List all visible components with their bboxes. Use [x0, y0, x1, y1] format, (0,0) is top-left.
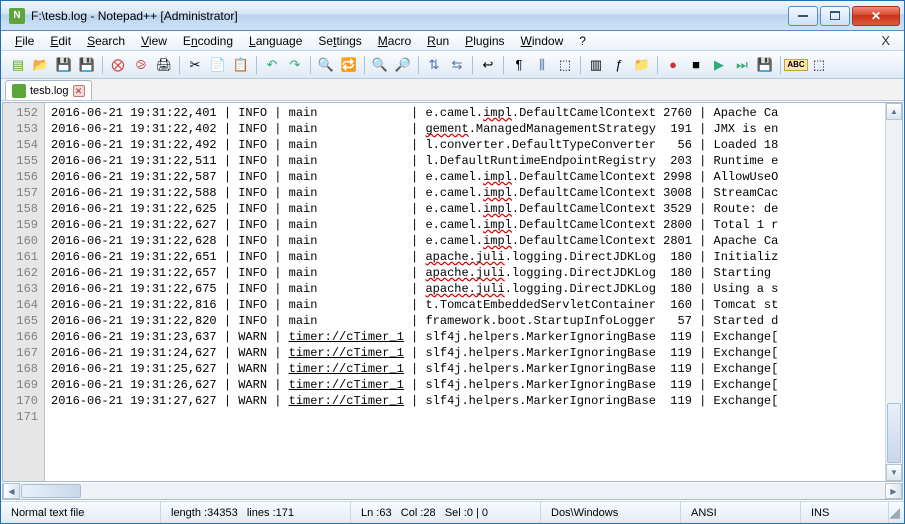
replace-icon[interactable]: 🔁: [338, 54, 360, 76]
save-macro-icon[interactable]: 💾: [754, 54, 776, 76]
copy-icon[interactable]: 📄: [207, 54, 229, 76]
scroll-left-icon[interactable]: ◀: [3, 483, 20, 499]
status-eol[interactable]: Dos\Windows: [541, 502, 681, 523]
menu-file[interactable]: File: [7, 32, 42, 50]
line-gutter: 1521531541551561571581591601611621631641…: [3, 103, 45, 481]
paste-icon[interactable]: 📋: [230, 54, 252, 76]
menu-language[interactable]: Language: [241, 32, 310, 50]
app-icon: N: [9, 8, 25, 24]
zoom-in-icon[interactable]: 🔍: [369, 54, 391, 76]
wordwrap-icon[interactable]: ↩: [477, 54, 499, 76]
user-lang-icon[interactable]: ⬚: [554, 54, 576, 76]
menu-help[interactable]: ?: [571, 32, 594, 50]
scroll-up-icon[interactable]: ▲: [886, 103, 902, 120]
indent-guide-icon[interactable]: ⫼: [531, 54, 553, 76]
statusbar: Normal text file length : 34353 lines : …: [1, 501, 904, 523]
menu-view[interactable]: View: [133, 32, 175, 50]
hscroll-thumb[interactable]: [21, 484, 81, 498]
menu-run[interactable]: Run: [419, 32, 457, 50]
tab-label: tesb.log: [30, 85, 69, 97]
resize-grip-icon[interactable]: ◢: [889, 502, 904, 523]
code-area[interactable]: 2016-06-21 19:31:22,401 | INFO | main | …: [45, 103, 885, 481]
spellcheck-icon[interactable]: ABC: [785, 54, 807, 76]
menu-edit[interactable]: Edit: [42, 32, 79, 50]
status-encoding[interactable]: ANSI: [681, 502, 801, 523]
play-macro-icon[interactable]: ▶: [708, 54, 730, 76]
maximize-button[interactable]: [820, 6, 850, 26]
window-title: F:\tesb.log - Notepad++ [Administrator]: [31, 9, 788, 23]
menu-macro[interactable]: Macro: [370, 32, 419, 50]
status-filetype: Normal text file: [1, 502, 161, 523]
titlebar: N F:\tesb.log - Notepad++ [Administrator…: [1, 1, 904, 31]
minimize-button[interactable]: [788, 6, 818, 26]
menu-search[interactable]: Search: [79, 32, 133, 50]
open-file-icon[interactable]: 📂: [30, 54, 52, 76]
close-button[interactable]: ✕: [852, 6, 900, 26]
sync-v-icon[interactable]: ⇅: [423, 54, 445, 76]
file-icon: [12, 84, 26, 98]
record-macro-icon[interactable]: ●: [662, 54, 684, 76]
tab-close-icon[interactable]: ✕: [73, 85, 85, 97]
vertical-scrollbar[interactable]: ▲ ▼: [885, 103, 902, 481]
show-all-chars-icon[interactable]: ¶: [508, 54, 530, 76]
func-list-icon[interactable]: ƒ: [608, 54, 630, 76]
stop-macro-icon[interactable]: ■: [685, 54, 707, 76]
redo-icon[interactable]: ↷: [284, 54, 306, 76]
menu-plugins[interactable]: Plugins: [457, 32, 512, 50]
zoom-out-icon[interactable]: 🔎: [392, 54, 414, 76]
new-file-icon[interactable]: ▤: [7, 54, 29, 76]
doc-map-icon[interactable]: ▥: [585, 54, 607, 76]
find-icon[interactable]: 🔍: [315, 54, 337, 76]
play-multi-icon[interactable]: ⏭: [731, 54, 753, 76]
close-all-icon[interactable]: ⧁: [130, 54, 152, 76]
spellcheck-next-icon[interactable]: ⬚: [808, 54, 830, 76]
tabbar: tesb.log ✕: [1, 79, 904, 101]
status-insert[interactable]: INS: [801, 502, 889, 523]
folder-tree-icon[interactable]: 📁: [631, 54, 653, 76]
status-position: Ln : 63 Col : 28 Sel : 0 | 0: [351, 502, 541, 523]
menu-close-doc[interactable]: X: [873, 31, 898, 50]
menubar: File Edit Search View Encoding Language …: [1, 31, 904, 51]
save-icon[interactable]: 💾: [53, 54, 75, 76]
horizontal-scrollbar[interactable]: ◀ ▶: [2, 483, 903, 500]
window-buttons: ✕: [788, 6, 900, 26]
save-all-icon[interactable]: 💾: [76, 54, 98, 76]
menu-encoding[interactable]: Encoding: [175, 32, 241, 50]
cut-icon[interactable]: ✂: [184, 54, 206, 76]
sync-h-icon[interactable]: ⇆: [446, 54, 468, 76]
menu-window[interactable]: Window: [513, 32, 572, 50]
scroll-down-icon[interactable]: ▼: [886, 464, 902, 481]
undo-icon[interactable]: ↶: [261, 54, 283, 76]
menu-settings[interactable]: Settings: [310, 32, 369, 50]
editor[interactable]: 1521531541551561571581591601611621631641…: [2, 102, 903, 482]
print-icon[interactable]: 🖨: [153, 54, 175, 76]
toolbar: ▤ 📂 💾 💾 ⨂ ⧁ 🖨 ✂ 📄 📋 ↶ ↷ 🔍 🔁 🔍 🔎 ⇅ ⇆ ↩ ¶ …: [1, 51, 904, 79]
status-length: length : 34353 lines : 171: [161, 502, 351, 523]
scroll-right-icon[interactable]: ▶: [885, 483, 902, 499]
close-file-icon[interactable]: ⨂: [107, 54, 129, 76]
file-tab[interactable]: tesb.log ✕: [5, 80, 92, 100]
scroll-thumb[interactable]: [887, 403, 901, 463]
